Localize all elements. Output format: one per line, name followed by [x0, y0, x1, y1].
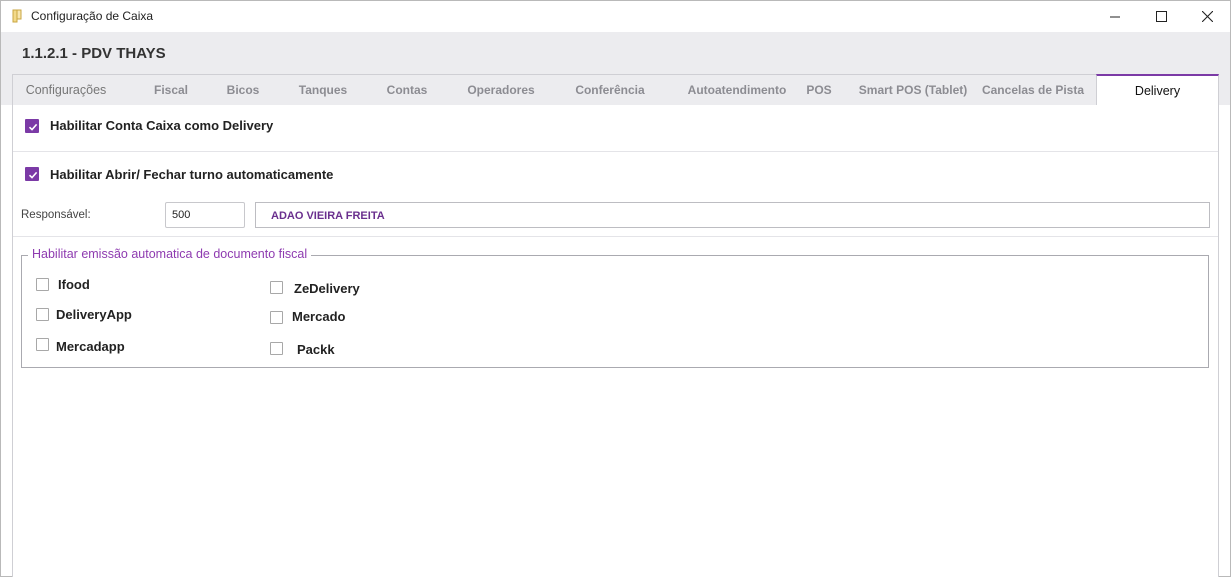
minimize-icon [1110, 16, 1120, 17]
maximize-icon [1155, 11, 1167, 22]
tab-smart-pos[interactable]: Smart POS (Tablet) [855, 75, 971, 105]
tab-contas[interactable]: Contas [375, 75, 439, 105]
minimize-button[interactable] [1092, 1, 1138, 32]
mercadapp-checkbox[interactable] [36, 338, 49, 351]
zedelivery-label: ZeDelivery [294, 281, 360, 296]
delivery-panel: Habilitar Conta Caixa como Delivery Habi… [12, 105, 1219, 577]
auto-shift-checkbox[interactable] [25, 167, 39, 181]
tab-autoatendimento[interactable]: Autoatendimento [681, 75, 793, 105]
deliveryapp-checkbox[interactable] [36, 308, 49, 321]
responsible-name-field[interactable]: ADAO VIEIRA FREITA [255, 202, 1210, 228]
responsible-code-input[interactable]: 500 [165, 202, 245, 228]
fiscal-emission-group: Habilitar emissão automatica de document… [21, 247, 1209, 368]
close-icon [1201, 11, 1213, 22]
page-title: 1.1.2.1 - PDV THAYS [22, 45, 166, 62]
tab-tanques[interactable]: Tanques [288, 75, 358, 105]
checkmark-icon [28, 171, 38, 179]
packk-checkbox[interactable] [270, 342, 283, 355]
divider [13, 151, 1218, 152]
ifood-label: Ifood [58, 277, 90, 292]
title-bar: Configuração de Caixa [1, 1, 1230, 32]
fiscal-emission-group-title: Habilitar emissão automatica de document… [28, 247, 312, 261]
config-window: Configuração de Caixa 1.1.2.1 - PDV THAY… [0, 0, 1231, 577]
checkmark-icon [28, 123, 38, 131]
mercadapp-label: Mercadapp [56, 339, 125, 354]
packk-label: Packk [297, 342, 335, 357]
tab-bicos[interactable]: Bicos [211, 75, 275, 105]
deliveryapp-label: DeliveryApp [56, 307, 132, 322]
mercado-checkbox[interactable] [270, 311, 283, 324]
enable-delivery-checkbox[interactable] [25, 119, 39, 133]
window-title: Configuração de Caixa [31, 9, 154, 23]
tab-configuracoes[interactable]: Configurações [13, 75, 119, 105]
maximize-button[interactable] [1138, 1, 1184, 32]
tab-cancelas-de-pista[interactable]: Cancelas de Pista [979, 75, 1087, 105]
tab-pos[interactable]: POS [801, 75, 837, 105]
divider [13, 236, 1218, 237]
tab-delivery[interactable]: Delivery [1096, 74, 1219, 106]
enable-delivery-label: Habilitar Conta Caixa como Delivery [50, 118, 274, 133]
mercado-label: Mercado [292, 309, 346, 324]
tab-operadores[interactable]: Operadores [459, 75, 543, 105]
tab-fiscal[interactable]: Fiscal [139, 75, 203, 105]
close-button[interactable] [1184, 1, 1230, 32]
ifood-checkbox[interactable] [36, 278, 49, 291]
tab-conferencia[interactable]: Conferência [567, 75, 653, 105]
zedelivery-checkbox[interactable] [270, 281, 283, 294]
header: 1.1.2.1 - PDV THAYS Configurações Fiscal… [1, 32, 1230, 106]
app-icon [12, 9, 22, 23]
auto-shift-label: Habilitar Abrir/ Fechar turno automatica… [50, 167, 334, 182]
responsible-label: Responsável: [21, 209, 91, 221]
tab-bar: Configurações Fiscal Bicos Tanques Conta… [12, 74, 1219, 106]
